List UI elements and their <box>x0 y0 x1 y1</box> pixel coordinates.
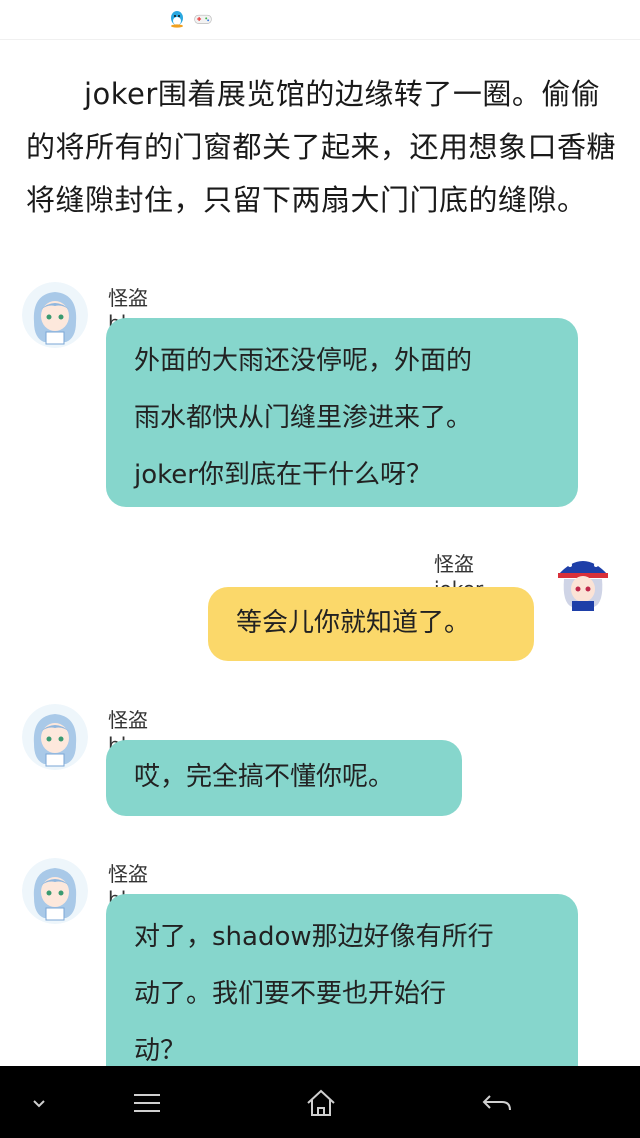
message-line: 外面的大雨还没停呢，外面的 <box>134 346 473 376</box>
message-line: 对了，shadow那边好像有所行 <box>134 922 494 952</box>
blue-character-avatar-icon <box>22 282 88 348</box>
message-bubble[interactable]: 对了，shadow那边好像有所行 动了。我们要不要也开始行 动？ <box>106 894 578 1094</box>
avatar[interactable] <box>22 282 88 348</box>
message-bubble[interactable]: 等会儿你就知道了。 <box>208 587 534 661</box>
blue-character-avatar-icon <box>22 858 88 924</box>
joker-character-avatar-icon <box>550 549 616 615</box>
home-icon[interactable] <box>304 1086 338 1120</box>
narration-paragraph: joker围着展览馆的边缘转了一圈。偷偷的将所有的门窗都关了起来，还用想象口香糖… <box>26 77 617 217</box>
avatar[interactable] <box>22 858 88 924</box>
back-icon[interactable] <box>480 1086 514 1120</box>
message-line: 等会儿你就知道了。 <box>236 608 471 638</box>
message-line: 哎，完全搞不懂你呢。 <box>134 762 395 792</box>
chevron-down-icon[interactable] <box>22 1086 56 1120</box>
message-bubble[interactable]: 哎，完全搞不懂你呢。 <box>106 740 462 816</box>
menu-icon[interactable] <box>130 1086 164 1120</box>
navigation-bar <box>0 1066 640 1138</box>
avatar[interactable] <box>22 704 88 770</box>
status-bar <box>0 0 640 40</box>
message-line: 雨水都快从门缝里渗进来了。 <box>134 403 473 433</box>
qq-penguin-icon <box>171 11 183 28</box>
blue-character-avatar-icon <box>22 704 88 770</box>
gamepad-icon <box>194 14 212 24</box>
message-line: joker你到底在干什么呀？ <box>134 460 432 490</box>
avatar[interactable] <box>550 549 616 615</box>
message-line: 动了。我们要不要也开始行 <box>134 979 447 1009</box>
message-bubble[interactable]: 外面的大雨还没停呢，外面的 雨水都快从门缝里渗进来了。 joker你到底在干什么… <box>106 318 578 507</box>
